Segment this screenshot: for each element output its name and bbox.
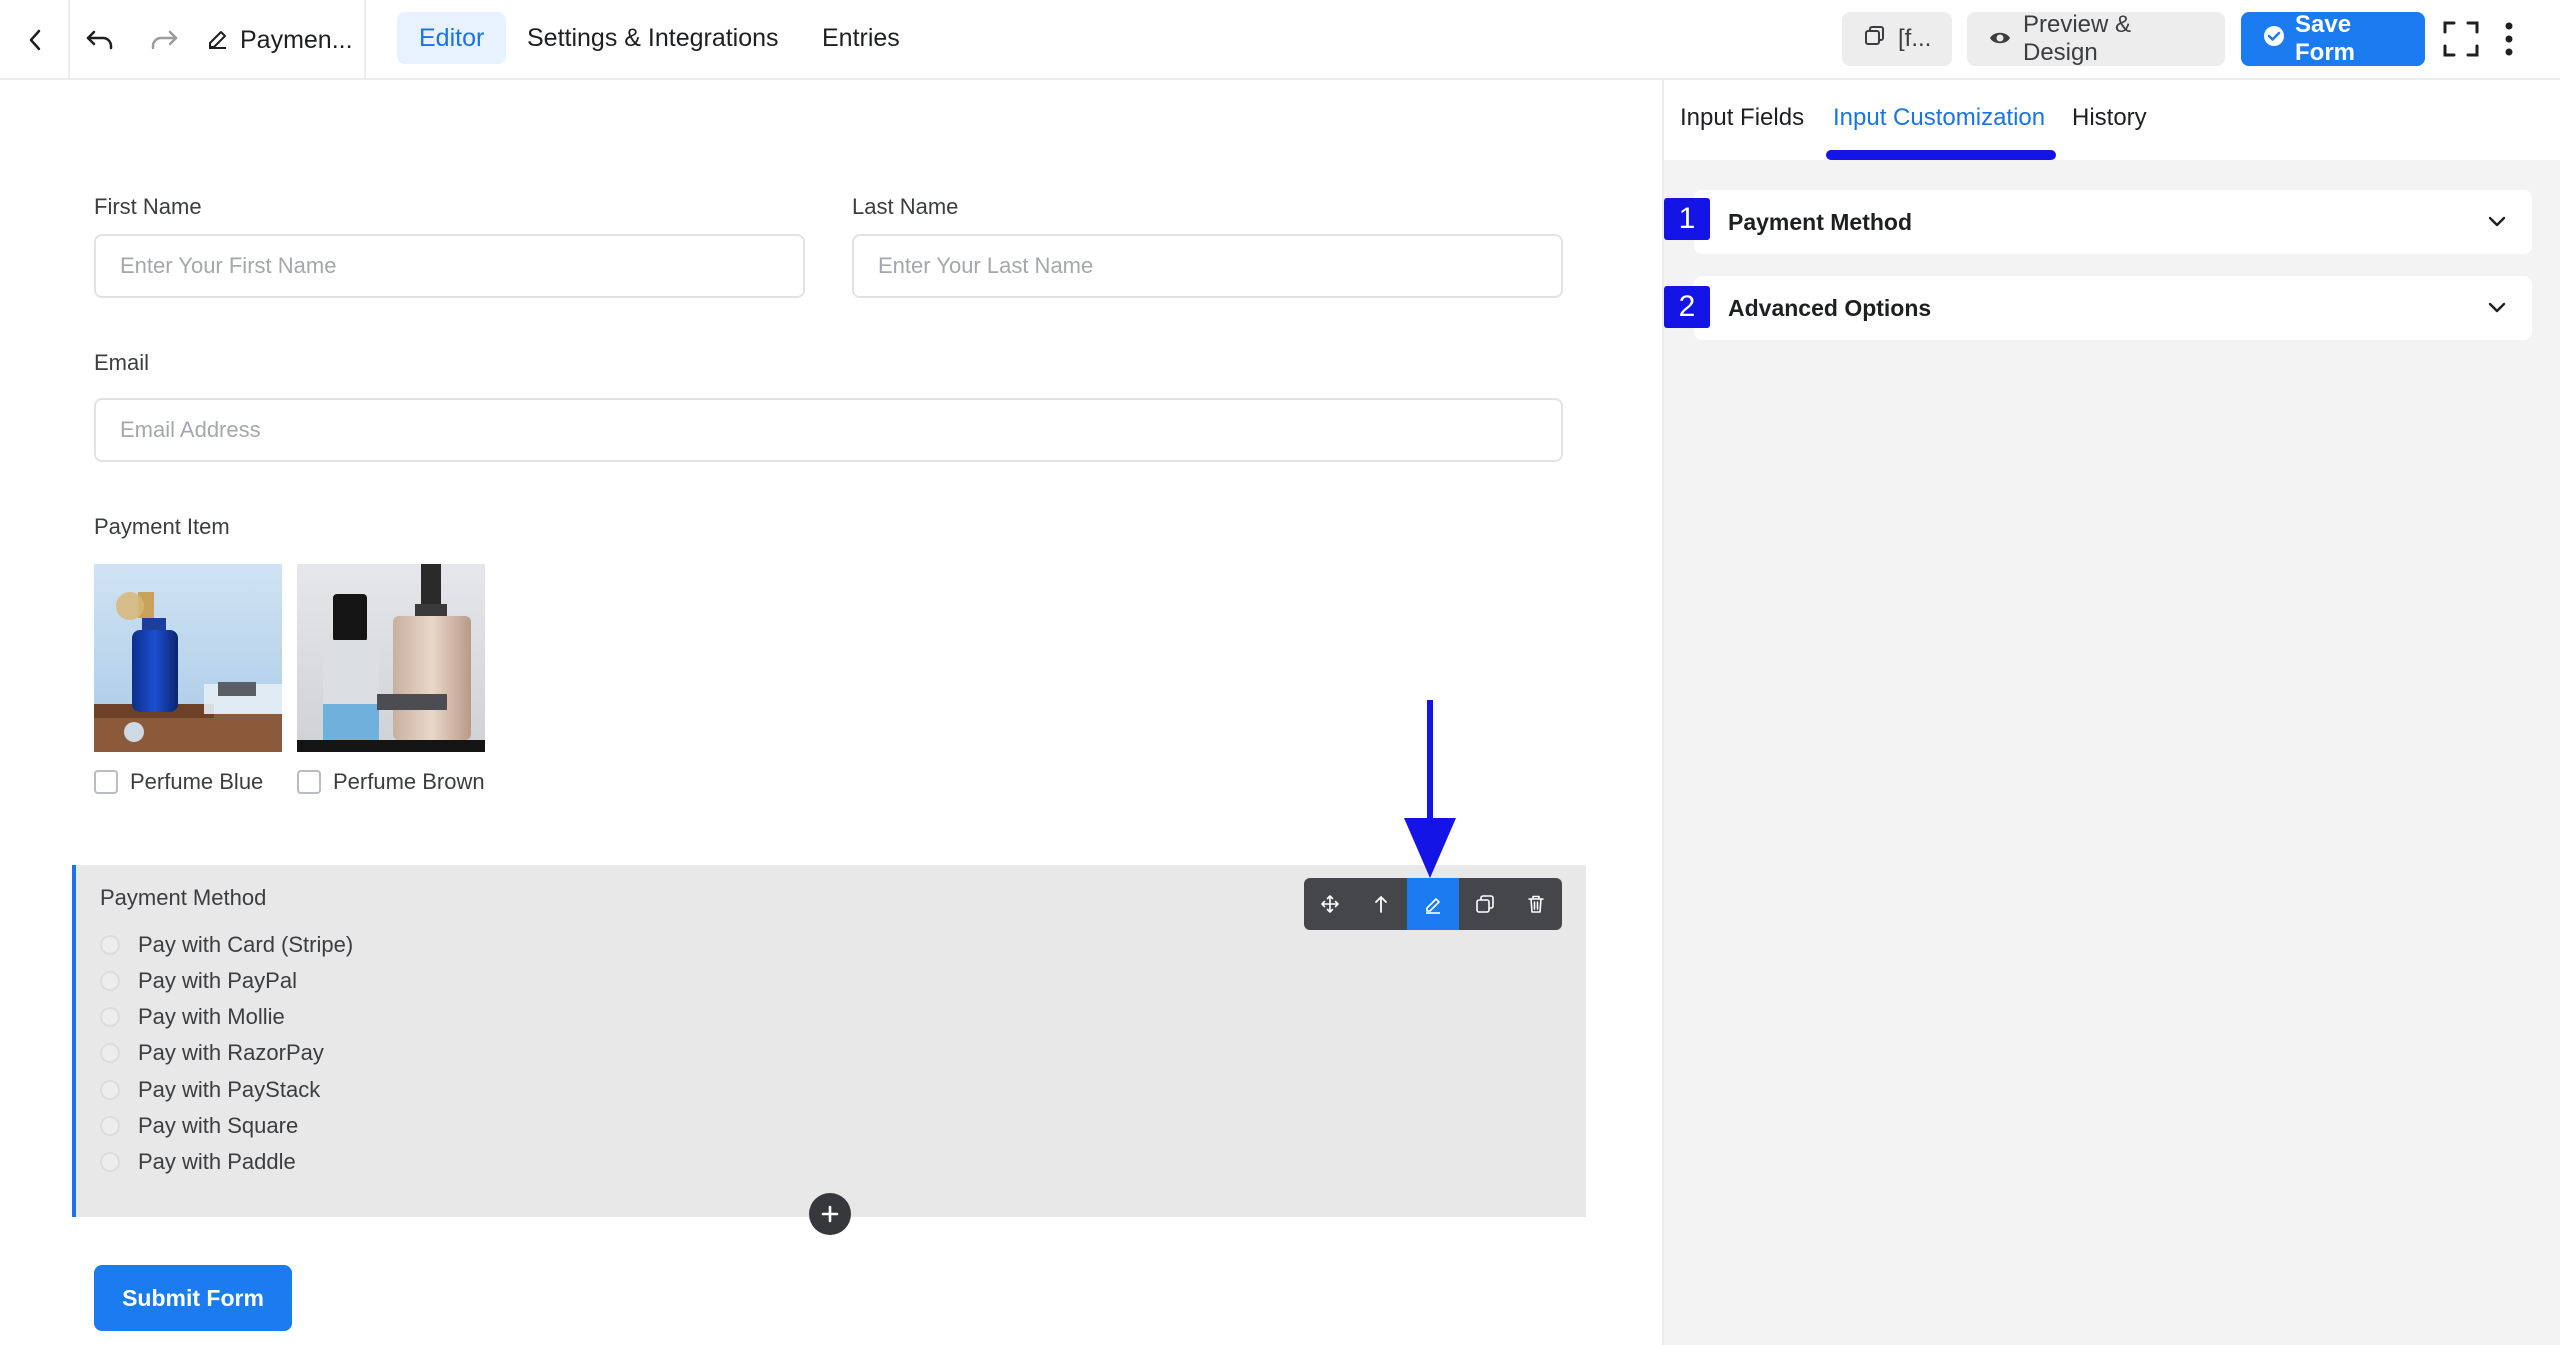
email-label: Email bbox=[94, 350, 150, 375]
panel-tabs: Input Fields Input Customization History bbox=[1664, 80, 2560, 160]
accordion-advanced-options[interactable]: Advanced Options bbox=[1694, 276, 2532, 340]
perfume-blue-checkbox[interactable]: Perfume Blue bbox=[94, 769, 263, 795]
last-name-label: Last Name bbox=[852, 194, 959, 219]
chevron-down-icon[interactable] bbox=[2486, 210, 2508, 238]
radio-option[interactable]: Pay with PayPal bbox=[100, 968, 297, 994]
radio-option[interactable]: Pay with Paddle bbox=[100, 1149, 296, 1175]
radio-option[interactable]: Pay with Mollie bbox=[100, 1004, 285, 1030]
radio-circle[interactable] bbox=[100, 971, 120, 991]
top-bar: Paymen... Editor Settings & Integrations… bbox=[0, 0, 2560, 80]
undo-icon[interactable] bbox=[80, 20, 120, 60]
first-name-label: First Name bbox=[94, 194, 202, 219]
form-title[interactable]: Paymen... bbox=[206, 20, 353, 60]
radio-circle[interactable] bbox=[100, 1116, 120, 1136]
shortcode-button[interactable]: [f... bbox=[1842, 12, 1952, 66]
accordion-payment-method[interactable]: Payment Method bbox=[1694, 190, 2532, 254]
form-title-text: Paymen... bbox=[240, 25, 353, 54]
check-circle-icon bbox=[2263, 25, 2285, 54]
tab-input-customization[interactable]: Input Customization bbox=[1833, 104, 2045, 132]
email-input[interactable]: Email Address bbox=[94, 398, 1563, 462]
payment-item-label: Payment Item bbox=[94, 514, 230, 539]
radio-option[interactable]: Pay with PayStack bbox=[100, 1077, 320, 1103]
field-toolbar bbox=[1304, 878, 1562, 930]
radio-option-label: Pay with Mollie bbox=[138, 1004, 285, 1029]
active-tab-indicator bbox=[1826, 150, 2056, 160]
pencil-icon bbox=[206, 25, 228, 56]
submit-form-button[interactable]: Submit Form bbox=[94, 1265, 292, 1331]
radio-option[interactable]: Pay with RazorPay bbox=[100, 1040, 324, 1066]
perfume-blue-label: Perfume Blue bbox=[130, 769, 264, 794]
email-placeholder: Email Address bbox=[120, 417, 261, 442]
tab-entries[interactable]: Entries bbox=[800, 12, 922, 64]
radio-circle[interactable] bbox=[100, 1152, 120, 1172]
tab-input-fields[interactable]: Input Fields bbox=[1680, 104, 1804, 132]
checkbox-box[interactable] bbox=[297, 770, 321, 794]
duplicate-icon[interactable] bbox=[1459, 878, 1511, 930]
first-name-input[interactable]: Enter Your First Name bbox=[94, 234, 805, 298]
settings-panel: Input Fields Input Customization History… bbox=[1662, 80, 2560, 1345]
accordion-title: Payment Method bbox=[1728, 208, 1913, 235]
checkbox-box[interactable] bbox=[94, 770, 118, 794]
arrow-up-icon[interactable] bbox=[1356, 878, 1408, 930]
payment-method-label: Payment Method bbox=[100, 885, 267, 910]
fullscreen-icon[interactable] bbox=[2440, 18, 2482, 60]
preview-label: Preview & Design bbox=[2023, 11, 2132, 66]
perfume-blue-image[interactable] bbox=[94, 564, 282, 752]
radio-option-label: Pay with PayPal bbox=[138, 968, 297, 993]
accordion-title: Advanced Options bbox=[1728, 294, 1932, 321]
radio-option[interactable]: Pay with Square bbox=[100, 1113, 298, 1139]
save-form-button[interactable]: Save Form bbox=[2241, 11, 2425, 66]
radio-circle[interactable] bbox=[100, 1007, 120, 1027]
perfume-brown-checkbox[interactable]: Perfume Brown bbox=[297, 769, 485, 795]
trash-icon[interactable] bbox=[1510, 878, 1562, 930]
last-name-input[interactable]: Enter Your Last Name bbox=[852, 234, 1563, 298]
radio-option-label: Pay with Square bbox=[138, 1113, 299, 1138]
step-badge: 1 bbox=[1664, 198, 1710, 240]
add-field-icon[interactable] bbox=[809, 1193, 851, 1235]
annotation-arrow-icon bbox=[1404, 700, 1456, 878]
tab-history[interactable]: History bbox=[2072, 104, 2147, 132]
radio-option[interactable]: Pay with Card (Stripe) bbox=[100, 932, 353, 958]
copy-icon bbox=[1864, 25, 1886, 54]
radio-option-label: Pay with Paddle bbox=[138, 1149, 296, 1174]
divider bbox=[364, 0, 366, 80]
more-vertical-icon[interactable] bbox=[2494, 18, 2524, 60]
redo-icon[interactable] bbox=[144, 20, 184, 60]
back-icon[interactable] bbox=[18, 20, 52, 60]
last-name-placeholder: Enter Your Last Name bbox=[878, 253, 1094, 278]
eye-icon bbox=[1989, 25, 2011, 53]
edit-icon[interactable] bbox=[1407, 878, 1459, 930]
save-form-label: Save Form bbox=[2295, 11, 2355, 66]
shortcode-label: [f... bbox=[1898, 25, 1932, 52]
perfume-brown-label: Perfume Brown bbox=[333, 769, 485, 794]
preview-design-button[interactable]: Preview & Design bbox=[1967, 11, 2225, 66]
radio-circle[interactable] bbox=[100, 935, 120, 955]
radio-option-label: Pay with PayStack bbox=[138, 1077, 321, 1102]
radio-circle[interactable] bbox=[100, 1043, 120, 1063]
move-icon[interactable] bbox=[1304, 878, 1356, 930]
chevron-down-icon[interactable] bbox=[2486, 296, 2508, 324]
radio-option-label: Pay with RazorPay bbox=[138, 1040, 324, 1065]
divider bbox=[68, 0, 70, 80]
perfume-brown-image[interactable] bbox=[297, 564, 485, 752]
tab-editor[interactable]: Editor bbox=[397, 12, 507, 64]
radio-option-label: Pay with Card (Stripe) bbox=[138, 932, 354, 957]
radio-circle[interactable] bbox=[100, 1080, 120, 1100]
step-badge: 2 bbox=[1664, 286, 1710, 328]
tab-settings-integrations[interactable]: Settings & Integrations bbox=[505, 12, 801, 64]
first-name-placeholder: Enter Your First Name bbox=[120, 253, 337, 278]
